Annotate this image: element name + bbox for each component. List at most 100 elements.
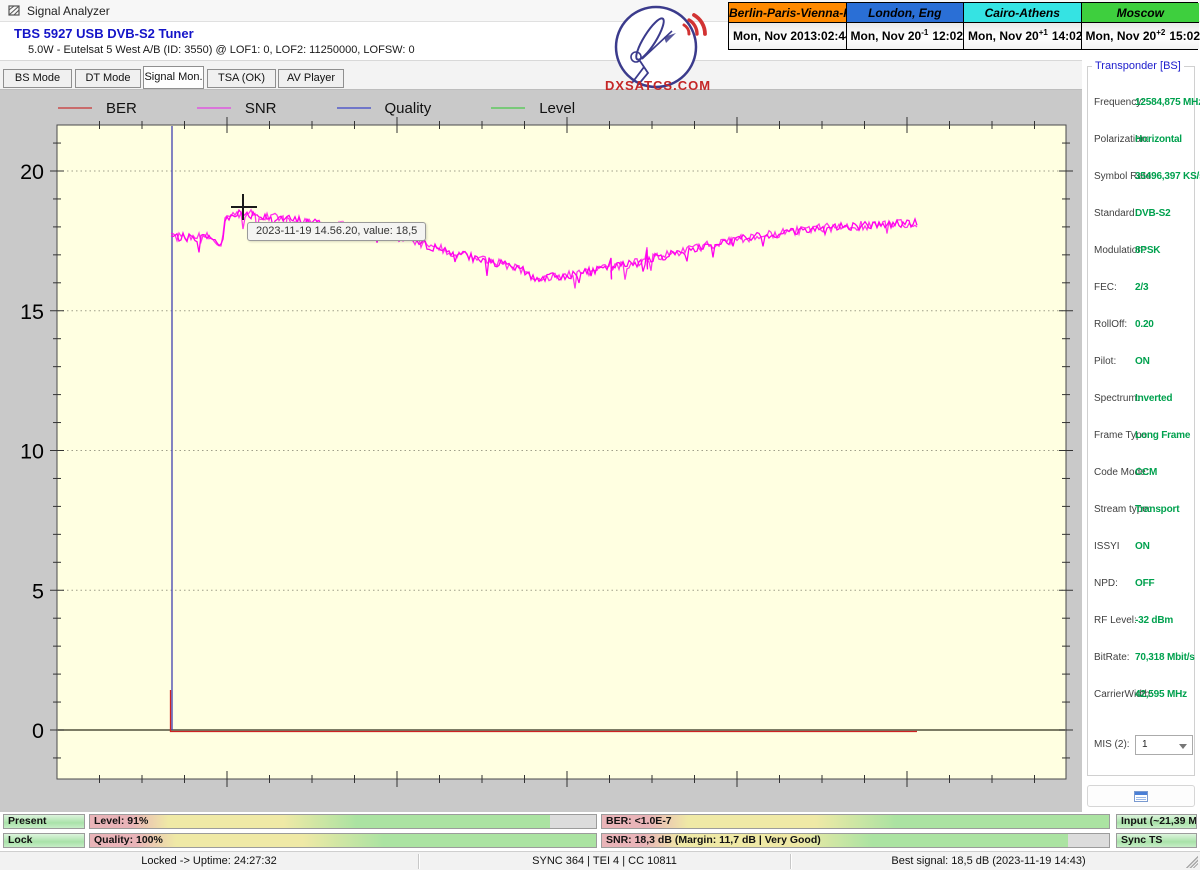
transponder-field-value: Transport <box>1135 504 1179 515</box>
tab-dt-mode[interactable]: DT Mode <box>75 69 141 88</box>
logo-text: DXSATCS.COM <box>592 78 724 93</box>
lock-indicator: Lock <box>3 833 85 848</box>
transponder-row: CarrierWidth:42,595 MHz <box>1088 689 1196 703</box>
resize-grip[interactable] <box>1186 856 1198 868</box>
sync-label: Sync TS <box>1121 834 1162 847</box>
transponder-panel: Transponder [BS] Frequency:12584,875 MHz… <box>1087 66 1195 776</box>
tab-tsa[interactable]: TSA (OK) <box>207 69 276 88</box>
transponder-row: Frequency:12584,875 MHz <box>1088 97 1196 111</box>
transponder-row: Stream type:Transport <box>1088 504 1196 518</box>
transponder-field-label: Standard: <box>1094 208 1137 219</box>
clock-cairo: Cairo-Athens Mon, Nov 20+1 14:02 <box>964 3 1082 49</box>
clock-title: Berlin-Paris-Vienna-Roma <box>729 3 846 23</box>
clock-date: Mon, Nov 20 <box>968 29 1039 43</box>
transponder-list-button[interactable] <box>1087 785 1195 807</box>
transponder-row: Standard:DVB-S2 <box>1088 208 1196 222</box>
transponder-row: NPD: OFF <box>1088 578 1196 592</box>
transponder-field-value: OFF <box>1135 578 1154 589</box>
tab-av-player[interactable]: AV Player <box>278 69 344 88</box>
level-label: Level: 91% <box>94 815 148 828</box>
mis-dropdown[interactable]: 1 <box>1135 735 1193 755</box>
transponder-row: Modulation:8PSK <box>1088 245 1196 259</box>
snr-gauge: SNR: 18,3 dB (Margin: 11,7 dB | Very Goo… <box>601 833 1110 848</box>
signal-chart: BER SNR Quality Level 05101520 <box>0 90 1082 812</box>
transponder-row: Spectrum:Inverted <box>1088 393 1196 407</box>
crosshair-cursor <box>231 206 257 208</box>
transponder-row: Polarization:Horizontal <box>1088 134 1196 148</box>
tab-signal-mon[interactable]: Signal Mon. <box>143 66 204 89</box>
clock-utc-offset: +2 <box>1156 28 1165 37</box>
y-axis-tick-label: 0 <box>32 719 44 743</box>
transponder-field-label: ISSYI <box>1094 541 1120 552</box>
input-label: Input (~21,39 Mbps) <box>1121 815 1197 828</box>
transponder-panel-title: Transponder [BS] <box>1092 60 1184 72</box>
status-best-signal: Best signal: 18,5 dB (2023-11-19 14:43) <box>791 855 1186 867</box>
tab-bs-mode[interactable]: BS Mode <box>3 69 72 88</box>
status-bar: Locked -> Uptime: 24:27:32 SYNC 364 | TE… <box>0 851 1200 870</box>
transponder-field-value: CCM <box>1135 467 1157 478</box>
transponder-field-value: ON <box>1135 541 1150 552</box>
snr-label: SNR: 18,3 dB (Margin: 11,7 dB | Very Goo… <box>606 834 821 847</box>
transponder-field-label: Pilot: <box>1094 356 1116 367</box>
transponder-field-value: 12584,875 MHz <box>1135 97 1200 108</box>
status-sync-counts: SYNC 364 | TEI 4 | CC 10811 <box>419 855 790 867</box>
ber-gauge: BER: <1.0E-7 <box>601 814 1110 829</box>
mis-value: 1 <box>1142 739 1148 750</box>
tab-strip: BS Mode DT Mode Signal Mon. TSA (OK) AV … <box>0 60 1082 90</box>
transponder-row: Frame Type:Long Frame <box>1088 430 1196 444</box>
clock-moscow: Moscow Mon, Nov 20+215:02 <box>1082 3 1200 49</box>
quality-gauge: Quality: 100% <box>89 833 597 848</box>
crosshair-cursor <box>242 194 244 220</box>
tuner-title: TBS 5927 USB DVB-S2 Tuner <box>14 26 194 41</box>
window-title: Signal Analyzer <box>27 4 110 18</box>
plot-background <box>57 125 1066 779</box>
transponder-field-value: 8PSK <box>1135 245 1160 256</box>
transponder-field-label: NPD: <box>1094 578 1118 589</box>
lock-label: Lock <box>8 834 33 847</box>
transponder-row: Symbol Rate:35496,397 KS/s <box>1088 171 1196 185</box>
transponder-field-value: -32 dBm <box>1135 615 1173 626</box>
plot-area[interactable]: 0 5 10 15 20 <box>0 90 1082 812</box>
chart-tooltip: 2023-11-19 14.56.20, value: 18,5 <box>247 222 426 241</box>
y-axis-tick-label: 20 <box>20 160 44 184</box>
clock-title: Moscow <box>1082 3 1200 23</box>
transponder-field-label: FEC: <box>1094 282 1117 293</box>
present-label: Present <box>8 815 47 828</box>
chevron-down-icon <box>1179 744 1187 749</box>
transponder-field-value: DVB-S2 <box>1135 208 1170 219</box>
y-axis-tick-label: 10 <box>20 440 44 464</box>
world-clocks: Berlin-Paris-Vienna-Roma Mon, Nov 2013:0… <box>728 2 1198 50</box>
transponder-row: RollOff:0.20 <box>1088 319 1196 333</box>
clock-date: Mon, Nov 20 <box>851 29 922 43</box>
quality-label: Quality: 100% <box>94 834 163 847</box>
transponder-field-label: BitRate: <box>1094 652 1130 663</box>
dxsatcs-logo: DXSATCS.COM <box>592 3 724 93</box>
y-axis-tick-label: 5 <box>32 579 44 603</box>
clock-time: 14:02 <box>1052 29 1083 43</box>
clock-utc-offset: +1 <box>1039 28 1048 37</box>
transponder-field-value: 42,595 MHz <box>1135 689 1187 700</box>
y-axis-tick-label: 15 <box>20 300 44 324</box>
clock-berlin: Berlin-Paris-Vienna-Roma Mon, Nov 2013:0… <box>729 3 847 49</box>
transponder-field-label: Spectrum: <box>1094 393 1140 404</box>
level-gauge: Level: 91% <box>89 814 597 829</box>
transponder-field-value: ON <box>1135 356 1150 367</box>
transponder-row: Pilot: ON <box>1088 356 1196 370</box>
mis-label: MIS (2): <box>1094 739 1130 750</box>
clock-time: 15:02 <box>1169 29 1200 43</box>
transponder-row: BitRate:70,318 Mbit/s <box>1088 652 1196 666</box>
clock-title: London, Eng <box>847 3 964 23</box>
transponder-field-value: 35496,397 KS/s <box>1135 171 1200 182</box>
transponder-row: FEC: 2/3 <box>1088 282 1196 296</box>
transponder-row: ISSYI ON <box>1088 541 1196 555</box>
clock-title: Cairo-Athens <box>964 3 1081 23</box>
list-icon <box>1134 791 1148 802</box>
transponder-row: Code Mode:CCM <box>1088 467 1196 481</box>
mis-row: MIS (2): 1 <box>1088 739 1196 753</box>
transponder-field-value: 2/3 <box>1135 282 1148 293</box>
clock-time: 13:02:44 <box>804 29 852 43</box>
clock-utc-offset: -1 <box>921 28 928 37</box>
transponder-field-label: RollOff: <box>1094 319 1127 330</box>
transponder-field-value: Long Frame <box>1135 430 1190 441</box>
app-icon <box>8 4 21 17</box>
